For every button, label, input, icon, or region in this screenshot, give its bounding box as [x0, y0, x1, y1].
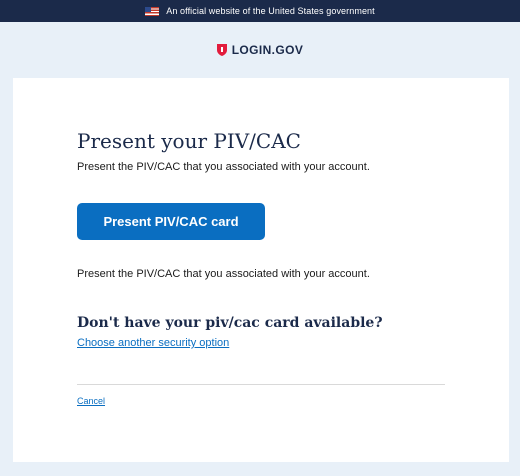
alt-heading: Don't have your piv/cac card available? — [77, 315, 383, 331]
logo-text[interactable]: LOGIN.GOV — [232, 43, 304, 57]
us-flag-icon — [145, 6, 160, 16]
choose-another-option-link[interactable]: Choose another security option — [77, 337, 229, 349]
secondary-text: Present the PIV/CAC that you associated … — [77, 268, 370, 280]
page-title: Present your PIV/CAC — [77, 129, 301, 153]
gov-banner-text: An official website of the United States… — [166, 6, 375, 16]
main-card: Present your PIV/CAC Present the PIV/CAC… — [13, 78, 509, 462]
present-piv-cac-button[interactable]: Present PIV/CAC card — [77, 203, 265, 240]
gov-banner: An official website of the United States… — [0, 0, 520, 22]
divider — [77, 384, 445, 385]
site-header: LOGIN.GOV — [0, 22, 520, 78]
shield-icon — [216, 44, 227, 56]
cancel-link[interactable]: Cancel — [77, 396, 105, 406]
intro-text: Present the PIV/CAC that you associated … — [77, 161, 370, 173]
